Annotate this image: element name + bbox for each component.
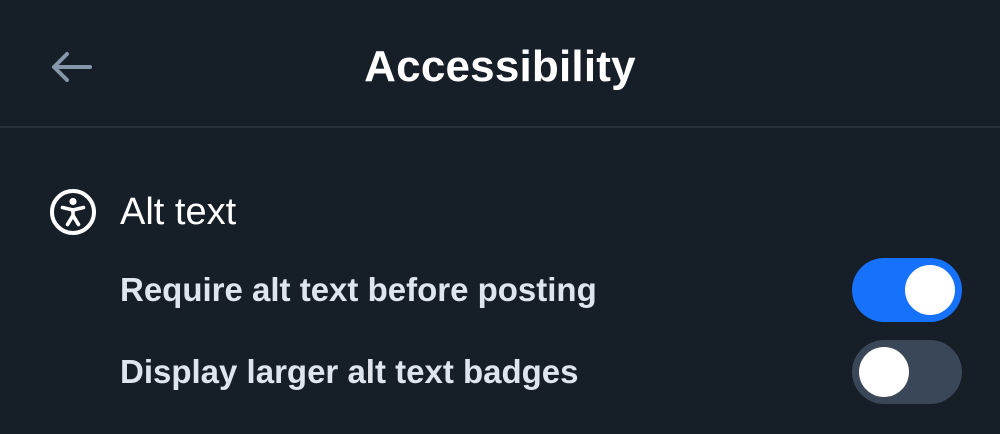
header: Accessibility xyxy=(0,0,1000,128)
setting-row-require-alt-text: Require alt text before posting xyxy=(120,257,962,323)
require-alt-text-toggle[interactable] xyxy=(852,258,962,322)
setting-label-larger-alt-badges: Display larger alt text badges xyxy=(120,353,579,390)
section-header-alt-text: Alt text xyxy=(48,186,236,238)
accessibility-icon xyxy=(48,187,98,237)
setting-row-larger-alt-badges: Display larger alt text badges xyxy=(120,339,962,405)
setting-label-require-alt-text: Require alt text before posting xyxy=(120,271,597,308)
toggle-knob xyxy=(905,265,955,315)
section-title: Alt text xyxy=(120,191,237,233)
toggle-knob xyxy=(859,347,909,397)
accessibility-settings-screen: Accessibility Alt text Require alt text … xyxy=(0,0,1000,434)
larger-alt-badges-toggle[interactable] xyxy=(852,340,962,404)
page-title: Accessibility xyxy=(364,42,636,91)
